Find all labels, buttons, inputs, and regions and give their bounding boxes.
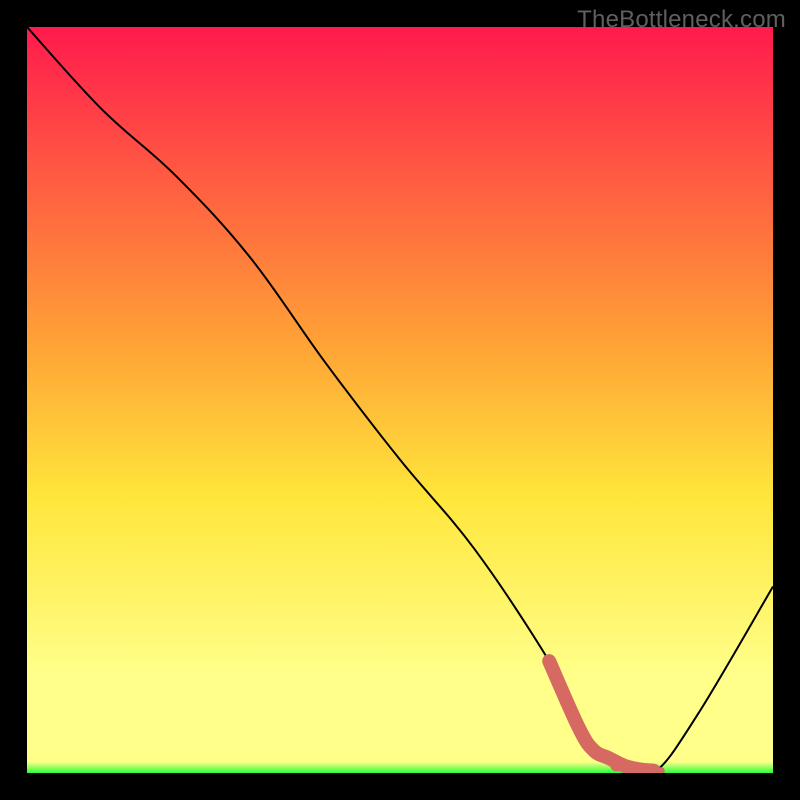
watermark-text: TheBottleneck.com <box>577 6 786 34</box>
highlight-dot <box>610 760 622 772</box>
highlight-dot <box>630 764 640 773</box>
chart-container: TheBottleneck.com <box>0 0 800 800</box>
gradient-background <box>27 27 773 773</box>
bottleneck-plot <box>27 27 773 773</box>
